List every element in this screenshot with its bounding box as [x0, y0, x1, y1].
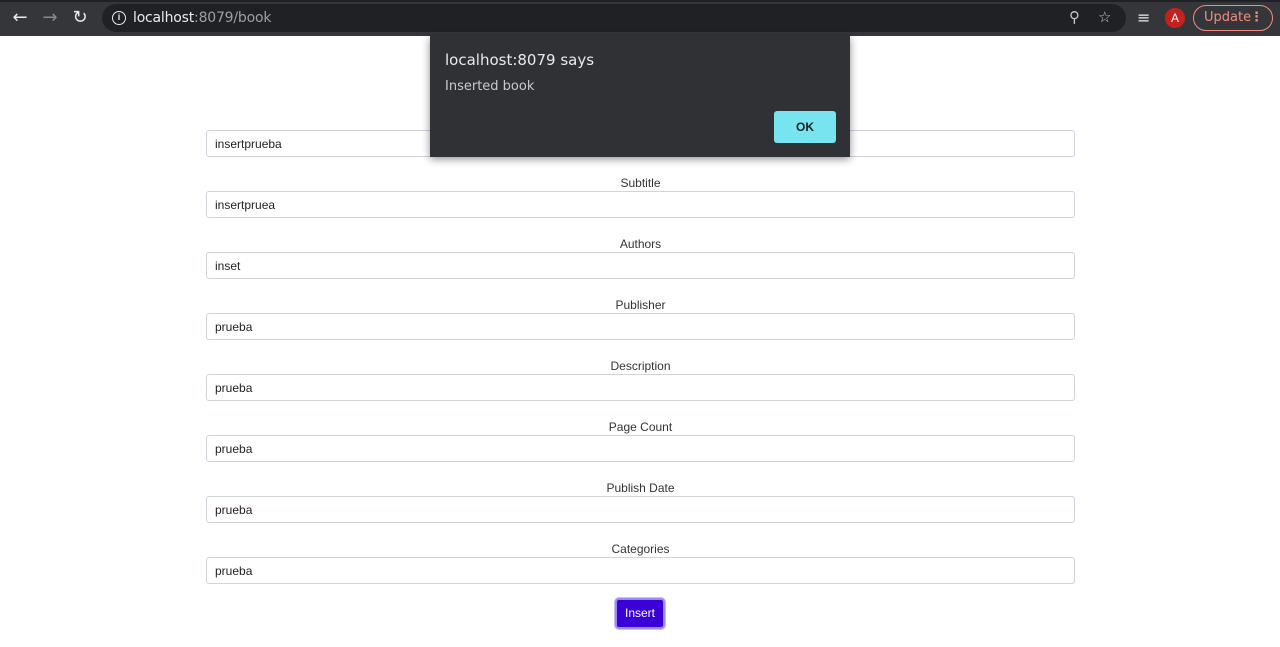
zoom-icon[interactable]: ⚲: [1069, 8, 1080, 26]
categories-input[interactable]: [206, 557, 1075, 584]
ok-button[interactable]: OK: [774, 111, 836, 143]
description-input[interactable]: [206, 374, 1075, 401]
page-count-input[interactable]: [206, 435, 1075, 462]
avatar[interactable]: A: [1165, 8, 1185, 28]
url-text[interactable]: localhost:8079/book: [133, 10, 271, 26]
publisher-label: Publisher: [615, 298, 666, 312]
dialog-title: localhost:8079 says: [445, 51, 595, 69]
info-icon[interactable]: i: [112, 11, 126, 25]
publish-date-label: Publish Date: [606, 481, 675, 495]
subtitle-label: Subtitle: [620, 176, 661, 190]
authors-input[interactable]: [206, 252, 1075, 279]
update-label: Update: [1204, 10, 1252, 25]
url-host: localhost: [133, 10, 195, 26]
publish-date-input[interactable]: [206, 496, 1075, 523]
more-menu-icon: ⋮: [1250, 10, 1263, 25]
alert-dialog: localhost:8079 says Inserted book OK: [430, 36, 850, 157]
back-icon[interactable]: ←: [9, 8, 31, 28]
subtitle-input[interactable]: [206, 191, 1075, 218]
address-bar[interactable]: i localhost:8079/book ⚲ ☆: [102, 4, 1126, 32]
bookmark-star-icon[interactable]: ☆: [1098, 8, 1111, 26]
dialog-message: Inserted book: [445, 79, 535, 94]
authors-label: Authors: [619, 237, 662, 251]
update-button[interactable]: Update ⋮: [1193, 5, 1273, 31]
description-label: Description: [610, 359, 671, 373]
forward-icon[interactable]: →: [39, 8, 61, 28]
browser-toolbar: ← → ↻ i localhost:8079/book ⚲ ☆ ≡ A Upda…: [0, 0, 1280, 36]
toolbar-top-edge: [0, 0, 1280, 2]
reload-icon[interactable]: ↻: [69, 8, 91, 28]
categories-label: Categories: [611, 542, 670, 556]
url-path: :8079/book: [194, 10, 272, 26]
publisher-input[interactable]: [206, 313, 1075, 340]
media-queue-icon[interactable]: ≡: [1137, 8, 1150, 27]
insert-button[interactable]: Insert: [615, 598, 665, 629]
page-count-label: Page Count: [608, 420, 673, 434]
